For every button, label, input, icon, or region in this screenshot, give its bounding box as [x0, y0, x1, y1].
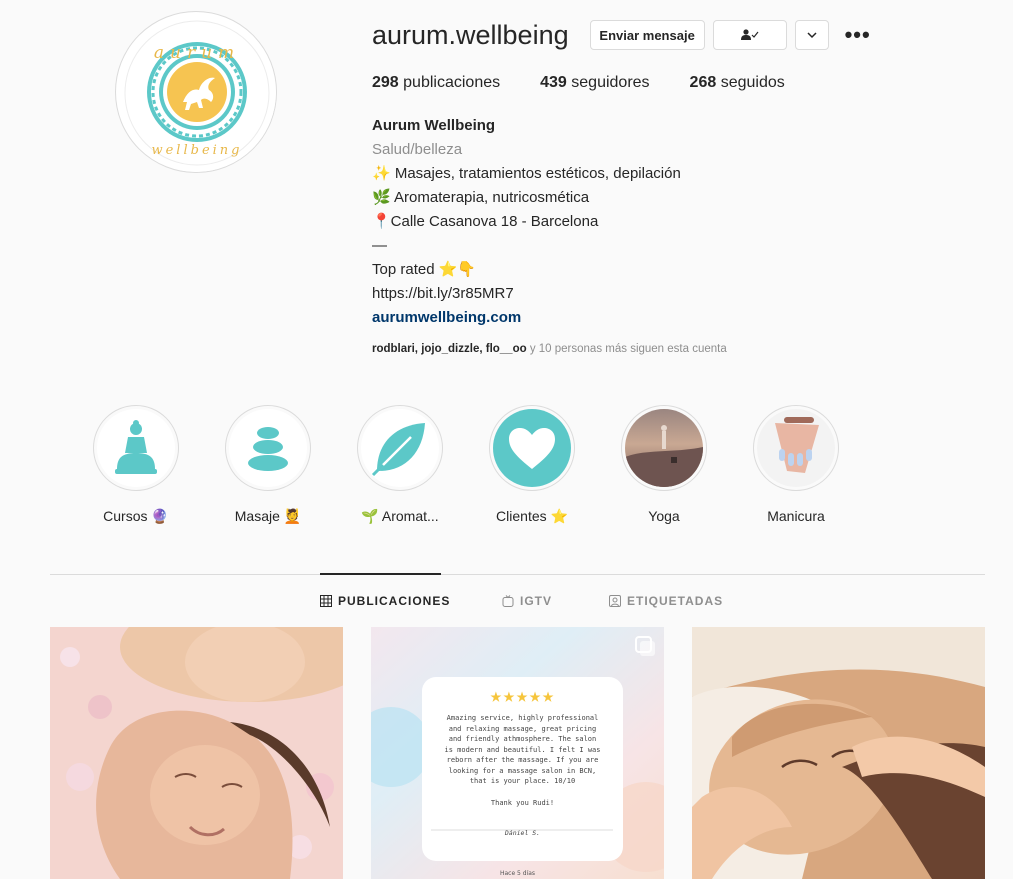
- highlight-label: Clientes ⭐: [496, 508, 568, 524]
- bio-line: 📍Calle Casanova 18 - Barcelona: [372, 213, 599, 230]
- review-author: Dániel S.: [504, 828, 541, 837]
- bio-line: 🌿 Aromaterapia, nutricosmética: [372, 189, 590, 206]
- review-card: ★★★★★ Amazing service, highly profession…: [422, 683, 623, 837]
- highlight-label: Masaje 💆: [234, 508, 302, 524]
- highlight-masaje[interactable]: Masaje 💆: [225, 405, 357, 525]
- followed-by[interactable]: rodblari, jojo_dizzle, flo__oo y 10 pers…: [372, 343, 727, 355]
- post-thumbnail[interactable]: [50, 627, 343, 879]
- review-line: is modern and beautiful. I felt I was: [444, 745, 601, 754]
- couple-massage-photo: [50, 627, 343, 879]
- review-thanks: Thank you Rudi!: [490, 798, 555, 807]
- highlight-manicura[interactable]: Manicura: [753, 405, 885, 525]
- igtv-icon: [502, 595, 514, 607]
- send-message-button[interactable]: Enviar mensaje: [589, 20, 705, 50]
- buddha-icon: [115, 420, 157, 474]
- suggestions-chevron-button[interactable]: [794, 20, 829, 50]
- tab-etiquetadas[interactable]: ETIQUETADAS: [609, 594, 723, 608]
- highlight-clientes[interactable]: Clientes ⭐: [489, 405, 621, 525]
- stat-posts: 298 publicaciones: [372, 74, 500, 92]
- highlight-label: 🌱 Aromat...: [361, 508, 439, 524]
- followed-by-rest: y 10 personas más siguen esta cuenta: [526, 343, 727, 355]
- stat-following-count: 268: [689, 74, 717, 91]
- review-line: and relaxing massage, great pricing: [448, 724, 597, 733]
- username: aurum.wellbeing: [372, 19, 569, 50]
- tab-publicaciones[interactable]: PUBLICACIONES: [320, 594, 450, 608]
- stat-posts-count: 298: [372, 74, 399, 91]
- bio-name: Aurum Wellbeing: [372, 117, 496, 134]
- bio-website-link[interactable]: aurumwellbeing.com: [372, 306, 681, 330]
- bio-line: ✨ Masajes, tratamientos estéticos, depil…: [372, 165, 681, 182]
- review-line: and friendly athmosphere. The salon: [448, 735, 597, 743]
- stat-followers-count: 439: [540, 74, 567, 91]
- stacked-stones-icon: [248, 427, 288, 471]
- more-options-icon[interactable]: •••: [845, 24, 871, 46]
- tab-igtv[interactable]: IGTV: [502, 594, 552, 608]
- bio-line: Top rated ⭐👇: [372, 261, 477, 278]
- followed-by-users: rodblari, jojo_dizzle, flo__oo: [372, 343, 527, 355]
- tabs-divider: [50, 574, 985, 575]
- yoga-photo: [625, 409, 703, 487]
- highlight-label: Cursos 🔮: [103, 508, 169, 524]
- stat-followers[interactable]: 439 seguidores: [540, 74, 649, 92]
- post-thumbnail[interactable]: ★★★★★ Amazing service, highly profession…: [371, 627, 664, 879]
- profile-header: aurum.wellbeing Enviar mensaje •••: [372, 18, 871, 52]
- post-thumbnail[interactable]: [692, 627, 985, 879]
- stat-followers-label: seguidores: [571, 74, 650, 91]
- highlight-label: Manicura: [767, 508, 825, 524]
- highlight-yoga[interactable]: Yoga: [621, 405, 753, 525]
- bio-line: https://bit.ly/3r85MR7: [372, 285, 514, 302]
- bio-category: Salud/belleza: [372, 141, 463, 158]
- heart-icon: [509, 428, 555, 469]
- profile-bio: Aurum Wellbeing Salud/belleza ✨ Masajes,…: [372, 114, 681, 330]
- tagged-icon: [609, 595, 621, 607]
- chevron-down-icon: [807, 32, 817, 39]
- highlight-label: Yoga: [648, 508, 680, 524]
- leaf-icon: [371, 423, 425, 477]
- aurum-logo: aurum wellbeing: [118, 14, 276, 172]
- grid-icon: [320, 595, 332, 607]
- review-line: looking for a massage salon in BCN,: [448, 766, 597, 775]
- review-stars: ★★★★★: [489, 683, 556, 707]
- profile-avatar[interactable]: aurum wellbeing: [115, 11, 277, 173]
- highlight-cursos[interactable]: Cursos 🔮: [93, 405, 225, 525]
- tab-label: PUBLICACIONES: [338, 594, 451, 608]
- review-line: reborn after the massage. If you are: [446, 756, 599, 764]
- person-check-icon: [740, 29, 759, 40]
- stat-following[interactable]: 268 seguidos: [690, 74, 785, 92]
- review-line: Amazing service, highly professional: [446, 714, 599, 722]
- face-massage-photo: [692, 627, 985, 879]
- manicure-photo: [757, 409, 835, 487]
- logo-text-top: aurum: [154, 43, 240, 63]
- stat-following-label: seguidos: [720, 74, 785, 91]
- logo-text-bottom: wellbeing: [151, 143, 242, 158]
- review-line: that is your place. 10/10: [469, 777, 576, 785]
- stat-posts-label: publicaciones: [403, 74, 501, 91]
- review-time: Hace 5 días: [499, 870, 536, 877]
- tab-label: ETIQUETADAS: [627, 594, 724, 608]
- story-highlights: Cursos 🔮 Masaje 💆 🌱 Aromat... Clientes ⭐…: [93, 405, 885, 525]
- tab-label: IGTV: [520, 594, 553, 608]
- profile-stats: 298 publicaciones 439 seguidores 268 seg…: [372, 74, 825, 92]
- following-button[interactable]: [712, 20, 787, 50]
- highlight-aromaterapia[interactable]: 🌱 Aromat...: [357, 405, 489, 525]
- bio-line: —: [372, 237, 387, 254]
- active-tab-indicator: [320, 573, 441, 575]
